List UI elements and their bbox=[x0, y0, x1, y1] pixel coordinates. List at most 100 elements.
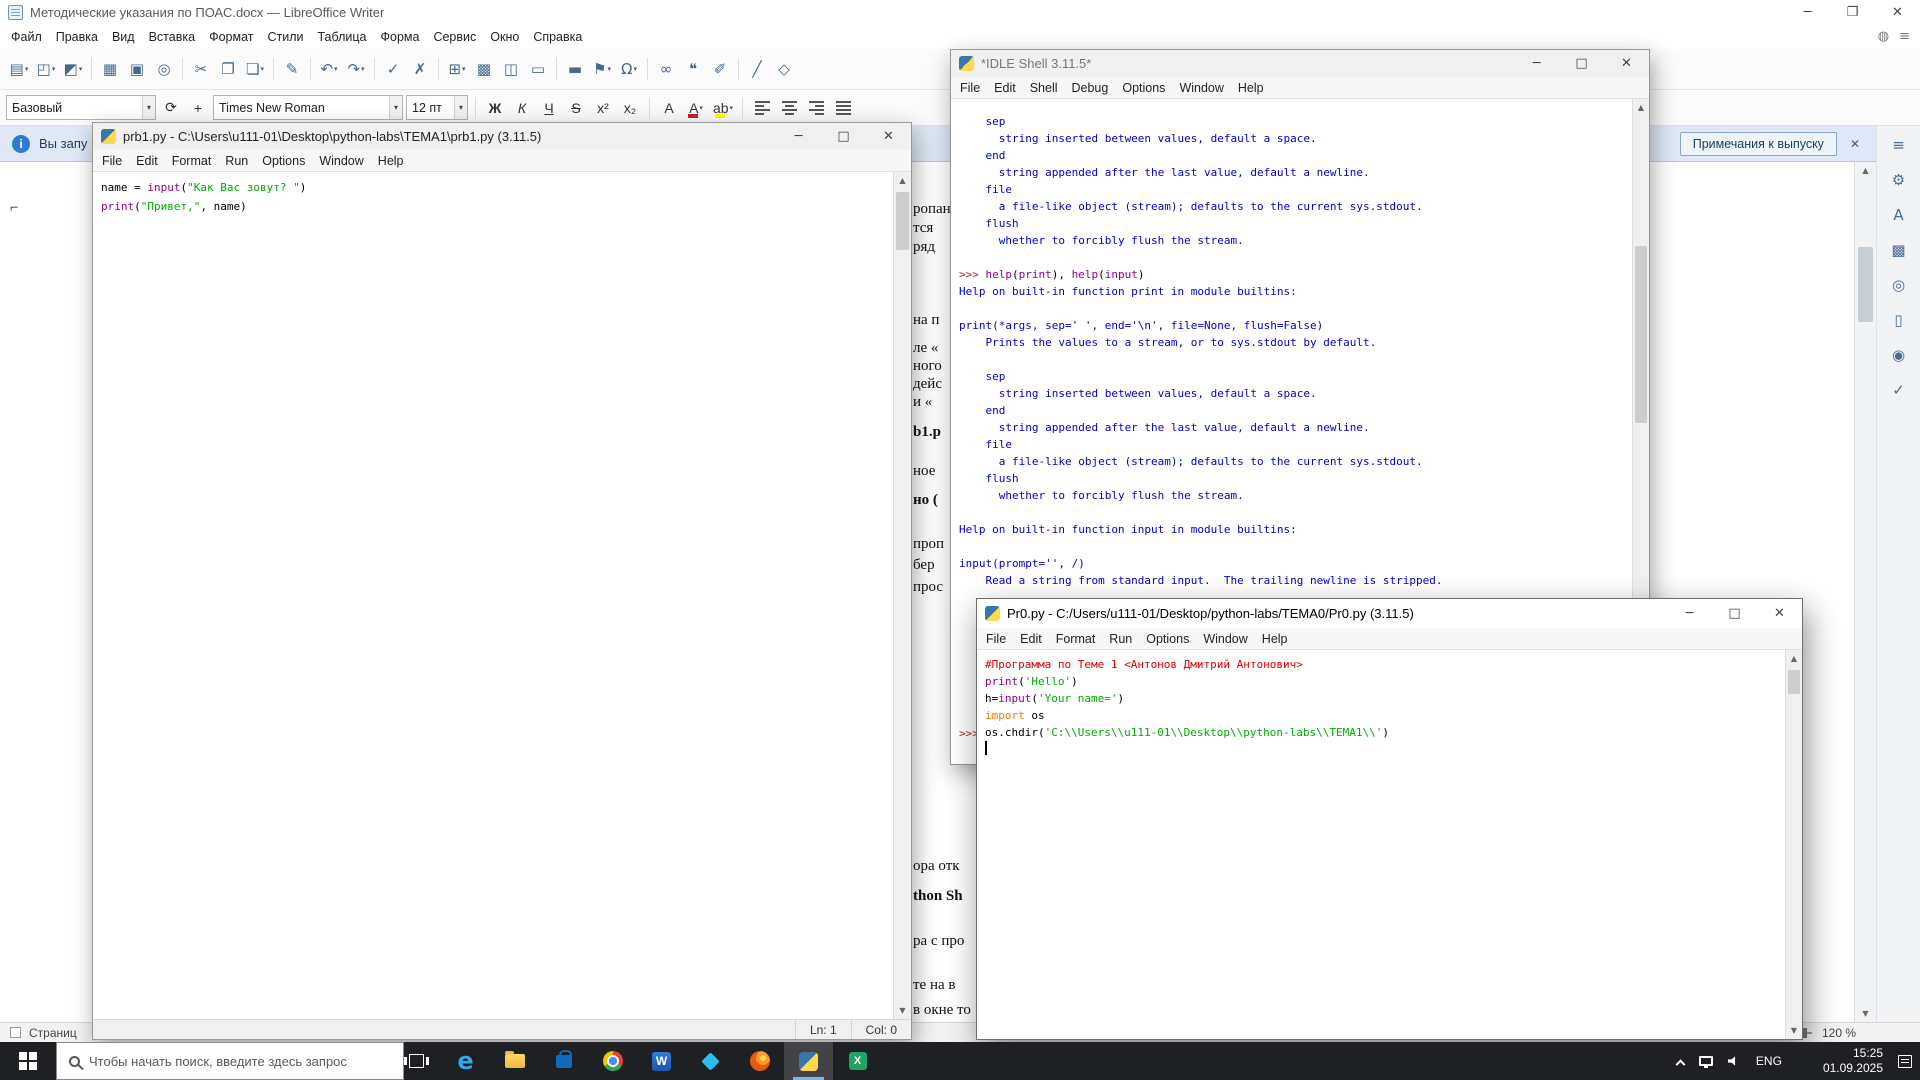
idle-icon[interactable] bbox=[784, 1042, 833, 1080]
update-style-button[interactable]: ⟳ bbox=[159, 95, 183, 121]
menu-формат[interactable]: Формат bbox=[202, 27, 260, 47]
menu-format[interactable]: Format bbox=[1049, 629, 1103, 649]
new-style-button[interactable]: + bbox=[186, 95, 210, 121]
gallery-icon[interactable]: ▩ bbox=[1885, 237, 1913, 263]
language-indicator[interactable]: ENG bbox=[1756, 1054, 1782, 1068]
menu-file[interactable]: File bbox=[979, 629, 1013, 649]
word-icon[interactable]: W bbox=[637, 1042, 686, 1080]
sidebar-settings-icon[interactable]: ≡ bbox=[1885, 132, 1913, 158]
writer-titlebar[interactable]: Методические указания по ПОАС.docx — Lib… bbox=[0, 0, 1920, 24]
zoom-level[interactable]: 120 % bbox=[1822, 1026, 1856, 1040]
shell-titlebar[interactable]: *IDLE Shell 3.11.5* ─ □ ✕ bbox=[951, 50, 1649, 77]
page-deck-icon[interactable]: ▯ bbox=[1885, 307, 1913, 333]
navigator-icon[interactable]: ◎ bbox=[1885, 272, 1913, 298]
align-right-button[interactable] bbox=[804, 95, 828, 121]
insert-comment-button[interactable]: ❝ bbox=[680, 55, 706, 83]
menu-format[interactable]: Format bbox=[165, 151, 219, 171]
style-inspector-icon[interactable]: ◉ bbox=[1885, 342, 1913, 368]
shell-close-button[interactable]: ✕ bbox=[1604, 50, 1649, 77]
tray-expand-icon[interactable] bbox=[1675, 1058, 1686, 1069]
menu-window[interactable]: Window bbox=[312, 151, 370, 171]
menu-options[interactable]: Options bbox=[1139, 629, 1196, 649]
scroll-down-icon[interactable]: ▼ bbox=[1855, 1005, 1876, 1022]
menu-edit[interactable]: Edit bbox=[1013, 629, 1049, 649]
align-justify-button[interactable] bbox=[831, 95, 855, 121]
menu-run[interactable]: Run bbox=[218, 151, 255, 171]
menu-edit[interactable]: Edit bbox=[129, 151, 165, 171]
prb1-maximize-button[interactable]: □ bbox=[821, 123, 866, 150]
scroll-up-icon[interactable]: ▲ bbox=[1786, 650, 1802, 667]
menu-edit[interactable]: Edit bbox=[987, 78, 1023, 98]
auto-spellcheck-button[interactable]: ✗ bbox=[407, 55, 433, 83]
menu-help[interactable]: Help bbox=[371, 151, 411, 171]
insert-table-button[interactable]: ⊞ ▾ bbox=[444, 55, 470, 83]
menu-window[interactable]: Window bbox=[1172, 78, 1230, 98]
diamond-app-icon[interactable] bbox=[686, 1042, 735, 1080]
align-center-button[interactable] bbox=[777, 95, 801, 121]
prb1-titlebar[interactable]: prb1.py - C:\Users\u111-01\Desktop\pytho… bbox=[93, 123, 911, 150]
store-icon[interactable] bbox=[539, 1042, 588, 1080]
menu-shell[interactable]: Shell bbox=[1023, 78, 1065, 98]
menu-debug[interactable]: Debug bbox=[1065, 78, 1116, 98]
special-character-button[interactable]: Ω ▾ bbox=[616, 55, 642, 83]
paste-button[interactable]: ❏ ▾ bbox=[242, 55, 268, 83]
insert-field-button[interactable]: ⚑ ▾ bbox=[589, 55, 615, 83]
superscript-button[interactable]: x² bbox=[591, 95, 615, 121]
spelling-button[interactable]: ✓ bbox=[380, 55, 406, 83]
basic-shapes-button[interactable]: ◇ bbox=[771, 55, 797, 83]
menu-file[interactable]: File bbox=[953, 78, 987, 98]
menu-файл[interactable]: Файл bbox=[4, 27, 49, 47]
menu-справка[interactable]: Справка bbox=[526, 27, 589, 47]
insert-hyperlink-button[interactable]: ∞ bbox=[653, 55, 679, 83]
writer-scroll-thumb[interactable] bbox=[1858, 247, 1873, 322]
accessibility-icon[interactable]: ✓ bbox=[1885, 377, 1913, 403]
clock[interactable]: 15:25 01.09.2025 bbox=[1823, 1046, 1883, 1076]
prb1-editor-area[interactable]: name = input("Как Вас зовут? ") print("Пр… bbox=[93, 172, 893, 1019]
menu-file[interactable]: File bbox=[95, 151, 129, 171]
menubar-hamburger-icon[interactable]: ≡ bbox=[1899, 29, 1910, 44]
undo-button[interactable]: ↶ ▾ bbox=[316, 55, 342, 83]
prb1-vertical-scrollbar[interactable]: ▲ ▼ bbox=[893, 172, 911, 1019]
pr0-minimize-button[interactable]: ─ bbox=[1667, 599, 1712, 628]
task-view-icon[interactable] bbox=[392, 1042, 441, 1080]
action-center-icon[interactable] bbox=[1898, 1054, 1912, 1068]
search-input[interactable] bbox=[89, 1053, 389, 1069]
copy-button[interactable]: ❐ bbox=[215, 55, 241, 83]
clone-formatting-button[interactable]: ✎ bbox=[279, 55, 305, 83]
italic-button[interactable]: К bbox=[510, 95, 534, 121]
underline-button[interactable]: Ч bbox=[537, 95, 561, 121]
pr0-titlebar[interactable]: Pr0.py - C:/Users/u111-01/Desktop/python… bbox=[977, 599, 1802, 628]
highlight-color-button[interactable]: ab ▾ bbox=[711, 95, 735, 121]
paragraph-style-combo[interactable]: Базовый ▾ bbox=[6, 95, 156, 120]
track-changes-button[interactable]: ✐ bbox=[707, 55, 733, 83]
insert-image-button[interactable]: ▩ bbox=[471, 55, 497, 83]
firefox-icon[interactable] bbox=[735, 1042, 784, 1080]
menu-help[interactable]: Help bbox=[1231, 78, 1271, 98]
print-button[interactable]: ▣ bbox=[124, 55, 150, 83]
menu-вид[interactable]: Вид bbox=[105, 27, 142, 47]
save-button[interactable]: ◩ ▾ bbox=[60, 55, 86, 83]
volume-icon[interactable] bbox=[1727, 1056, 1736, 1066]
menu-run[interactable]: Run bbox=[1102, 629, 1139, 649]
print-preview-button[interactable]: ◎ bbox=[151, 55, 177, 83]
prb1-close-button[interactable]: ✕ bbox=[866, 123, 911, 150]
globe-icon[interactable]: ◍ bbox=[1878, 29, 1889, 44]
export-pdf-button[interactable]: ▦ bbox=[97, 55, 123, 83]
scroll-up-icon[interactable]: ▲ bbox=[894, 172, 911, 189]
file-explorer-icon[interactable] bbox=[490, 1042, 539, 1080]
styles-icon[interactable]: A bbox=[1885, 202, 1913, 228]
menu-window[interactable]: Window bbox=[1196, 629, 1254, 649]
font-color-button[interactable]: A ▾ bbox=[684, 95, 708, 121]
start-button[interactable] bbox=[0, 1042, 56, 1080]
shell-minimize-button[interactable]: ─ bbox=[1514, 50, 1559, 77]
writer-restore-button[interactable]: ❐ bbox=[1830, 0, 1875, 24]
pr0-editor-area[interactable]: #Программа по Теме 1 <Антонов Дмитрий Ан… bbox=[977, 650, 1785, 1039]
scroll-down-icon[interactable]: ▼ bbox=[894, 1002, 911, 1019]
clear-formatting-button[interactable]: A bbox=[657, 95, 681, 121]
open-button[interactable]: ◰ ▾ bbox=[33, 55, 59, 83]
writer-close-button[interactable]: ✕ bbox=[1875, 0, 1920, 24]
shell-maximize-button[interactable]: □ bbox=[1559, 50, 1604, 77]
bold-button[interactable]: Ж bbox=[483, 95, 507, 121]
menu-options[interactable]: Options bbox=[255, 151, 312, 171]
scroll-down-icon[interactable]: ▼ bbox=[1786, 1022, 1802, 1039]
